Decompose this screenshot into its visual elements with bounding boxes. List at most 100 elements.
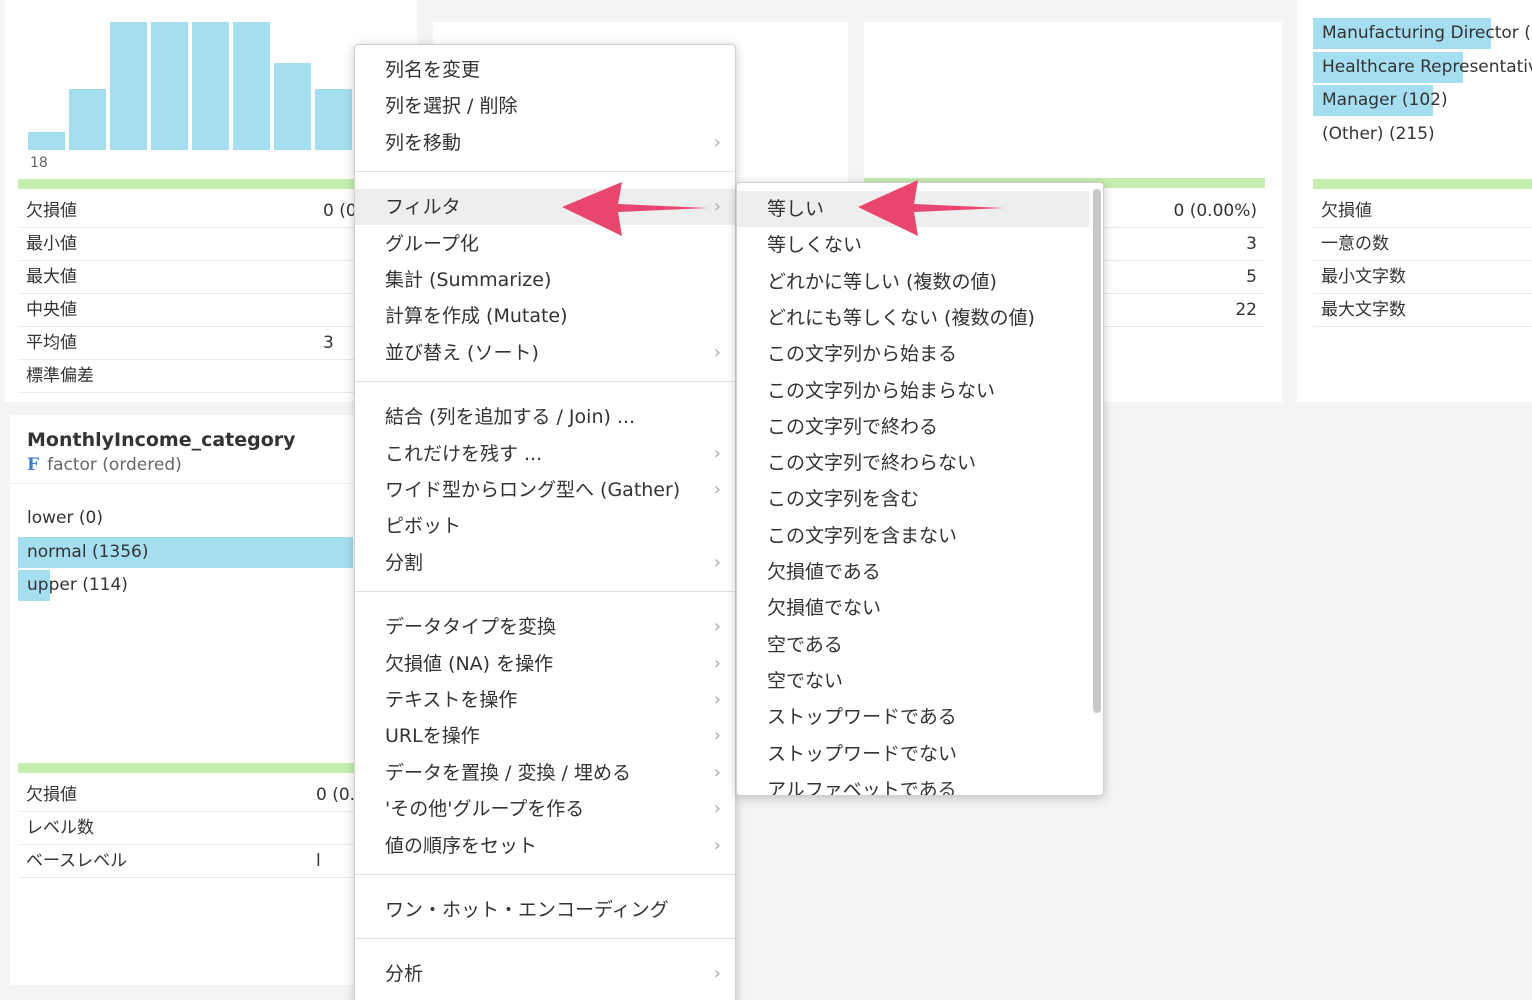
summary-bar (1313, 179, 1532, 189)
filter-option-label: 等しくない (767, 234, 863, 257)
menu-item-label: 'その他'グループを作る (385, 798, 585, 821)
category-label[interactable]: Manufacturing Director ( (1322, 18, 1531, 49)
category-label[interactable]: (Other) (215) (1322, 119, 1435, 150)
filter-option[interactable]: アルファベットである (737, 772, 1089, 796)
filter-option[interactable]: 等しい (737, 191, 1089, 227)
menu-item-label: 並び替え (ソート) (385, 341, 539, 364)
stat-row: 欠損値 0 (0.0 (18, 195, 410, 228)
filter-option-label: 等しい (767, 198, 825, 220)
menu-item-label: 分析 (385, 963, 424, 986)
menu-item-label: 列を移動 (385, 131, 462, 154)
filter-option-label: どれにも等しくない (複数の値) (767, 306, 1035, 329)
histogram-bar[interactable] (315, 89, 352, 150)
filter-option[interactable]: どれにも等しくない (複数の値) (737, 300, 1089, 336)
filter-option[interactable]: この文字列で終わる (737, 409, 1089, 445)
stat-label: ベースレベル (26, 851, 128, 871)
menu-item[interactable]: ピボット (355, 508, 735, 544)
chevron-right-icon: › (713, 798, 721, 820)
histogram-bar[interactable] (233, 22, 270, 150)
menu-item[interactable]: データを置換 / 変換 / 埋める › (355, 755, 735, 791)
chevron-right-icon: › (713, 616, 721, 638)
menu-item[interactable]: 列を移動 › (355, 125, 735, 161)
menu-item[interactable]: 列を選択 / 削除 (355, 88, 735, 124)
filter-option[interactable]: 空である (737, 627, 1089, 663)
menu-separator (355, 938, 735, 940)
menu-item-label: テキストを操作 (385, 689, 518, 711)
stat-label: 欠損値 (1321, 201, 1372, 221)
filter-option[interactable]: この文字列から始まる (737, 336, 1089, 372)
menu-item[interactable]: 結合 (列を追加する / Join) ... (355, 399, 735, 435)
column-type: Ffactor (ordered) (27, 455, 182, 475)
menu-item[interactable]: ワン・ホット・エンコーディング (355, 892, 735, 928)
menu-item[interactable]: URLを操作 › (355, 718, 735, 754)
stat-label: 最小文字数 (1321, 267, 1406, 287)
stat-row: 標準偏差 (18, 360, 410, 393)
filter-option[interactable]: どれかに等しい (複数の値) (737, 264, 1089, 300)
menu-item-label: データタイプを変換 (385, 616, 557, 639)
filter-option[interactable]: 欠損値でない (737, 590, 1089, 626)
filter-option[interactable]: ストップワードである (737, 699, 1089, 735)
histogram-bar[interactable] (110, 22, 147, 150)
filter-option[interactable]: この文字列で終わらない (737, 445, 1089, 481)
menu-item[interactable]: フィルタ › (355, 189, 735, 226)
category-label[interactable]: Healthcare Representativ (1322, 52, 1532, 83)
filter-option[interactable]: この文字列を含む (737, 481, 1089, 517)
menu-item[interactable]: 分割 › (355, 545, 735, 581)
menu-item[interactable]: これだけを残す ... › (355, 436, 735, 472)
histogram-bar[interactable] (192, 22, 229, 150)
stat-value: 3 (323, 333, 334, 353)
histogram-bar[interactable] (151, 22, 188, 150)
stat-value: 0 (0.00%) (1173, 201, 1258, 221)
menu-item[interactable]: 'その他'グループを作る › (355, 791, 735, 827)
stat-row: 中央値 (18, 294, 410, 327)
menu-item[interactable]: データタイプを変換 › (355, 609, 735, 645)
filter-option[interactable]: 欠損値である (737, 554, 1089, 590)
menu-item-label: 値の順序をセット (385, 834, 538, 857)
filter-option-label: この文字列を含む (767, 488, 920, 511)
histogram-bar[interactable] (274, 63, 311, 150)
menu-separator (355, 874, 735, 875)
menu-separator (355, 591, 735, 593)
stat-value: 22 (1235, 300, 1257, 320)
chevron-right-icon: › (713, 479, 721, 500)
menu-item-label: 計算を作成 (Mutate) (385, 305, 568, 328)
menu-item[interactable]: 列名を変更 (355, 52, 735, 88)
filter-option[interactable]: ストップワードでない (737, 736, 1089, 772)
level-label[interactable]: lower (0) (27, 503, 103, 534)
stat-label: レベル数 (26, 818, 94, 838)
menu-separator (355, 171, 735, 173)
level-label[interactable]: upper (114) (27, 570, 128, 601)
chevron-right-icon: › (713, 341, 721, 363)
histogram-bar[interactable] (28, 132, 65, 150)
menu-item-label: グループ化 (385, 232, 479, 255)
level-label[interactable]: normal (1356) (27, 537, 149, 568)
menu-item[interactable]: テキストを操作 › (355, 682, 735, 718)
menu-item[interactable]: 欠損値 (NA) を操作 › (355, 646, 735, 682)
stat-label: 欠損値 (26, 201, 77, 221)
menu-item-label: ワイド型からロング型へ (Gather) (385, 479, 681, 501)
filter-option-label: どれかに等しい (複数の値) (767, 270, 997, 293)
category-label[interactable]: Manager (102) (1322, 85, 1448, 116)
column-title[interactable]: MonthlyIncome_category (27, 429, 296, 451)
menu-item[interactable]: 並び替え (ソート) › (355, 335, 735, 371)
menu-item[interactable]: ワイド型からロング型へ (Gather) › (355, 472, 735, 508)
filter-option[interactable]: この文字列を含まない (737, 518, 1089, 554)
stat-row: 最小文字数 (1313, 261, 1532, 294)
menu-item[interactable]: 値の順序をセット › (355, 828, 735, 864)
histogram-bar[interactable] (69, 89, 106, 150)
filter-option-label: アルファベットである (767, 778, 957, 796)
filter-option[interactable]: 等しくない (737, 227, 1089, 263)
menu-item[interactable]: 計算を作成 (Mutate) (355, 298, 735, 334)
submenu-scrollbar[interactable] (1093, 189, 1101, 713)
filter-option[interactable]: 空でない (737, 663, 1089, 699)
menu-item-label: データを置換 / 変換 / 埋める (385, 761, 631, 784)
filter-option[interactable]: この文字列から始まらない (737, 373, 1089, 409)
filter-option-label: 欠損値である (767, 561, 881, 583)
stat-label: 最大文字数 (1321, 300, 1406, 320)
menu-item[interactable]: 集計 (Summarize) (355, 262, 735, 298)
menu-item[interactable]: 分析 › (355, 956, 735, 992)
menu-item-label: 列名を変更 (385, 59, 481, 81)
stat-value: l (316, 851, 321, 871)
menu-item[interactable]: グループ化 (355, 226, 735, 262)
factor-type-icon: F (27, 455, 40, 475)
